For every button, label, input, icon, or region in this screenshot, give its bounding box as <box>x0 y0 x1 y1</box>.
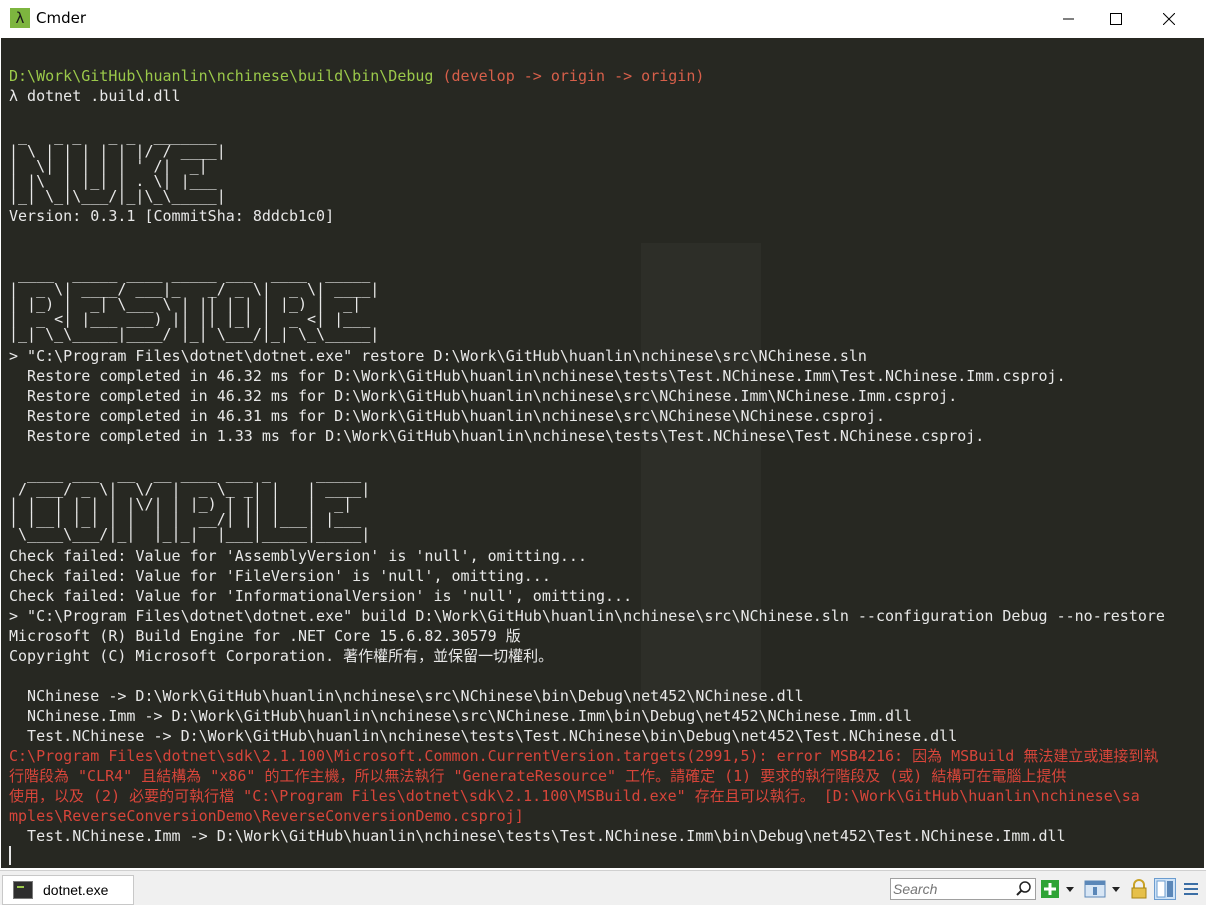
version-line: Version: 0.3.1 [CommitSha: 8ddcb1c0] <box>9 207 335 225</box>
error-line: 使用，以及 (2) 必要的可執行檔 "C:\Program Files\dotn… <box>9 787 1140 805</box>
console-icon <box>13 881 33 899</box>
compile-output-line: Copyright (C) Microsoft Corporation. 著作權… <box>9 647 554 665</box>
maximize-icon <box>1110 13 1122 25</box>
cmder-lambda-icon[interactable]: λ <box>10 8 30 28</box>
window-list-button[interactable] <box>1084 878 1106 900</box>
windows-icon <box>1084 880 1106 898</box>
search-box[interactable] <box>890 878 1036 900</box>
build-output-line: NChinese -> D:\Work\GitHub\huanlin\nchin… <box>9 687 804 705</box>
restore-output-line: Restore completed in 46.32 ms for D:\Wor… <box>9 367 1066 385</box>
window-title: Cmder <box>36 9 87 27</box>
status-bar: dotnet.exe <box>0 870 1206 905</box>
restore-output-line: Restore completed in 1.33 ms for D:\Work… <box>9 427 985 445</box>
lock-icon <box>1131 879 1147 899</box>
restore-banner-line: |_| \_\_____|____/ |_| \___/|_| \_\_____… <box>9 325 380 343</box>
error-line: mples\ReverseConversionDemo\ReverseConve… <box>9 807 524 825</box>
chevron-down-icon <box>1112 887 1120 892</box>
command-line: λ dotnet .build.dll <box>9 87 181 105</box>
menu-icon <box>1184 883 1198 895</box>
split-panel-icon <box>1154 878 1176 900</box>
nuke-banner-line: |_| \_|\___/|_|\_\_____| <box>9 187 226 205</box>
lock-button[interactable] <box>1130 878 1148 900</box>
minimize-icon <box>1063 18 1074 20</box>
build-output-line: Test.NChinese.Imm -> D:\Work\GitHub\huan… <box>9 827 1066 845</box>
chevron-down-icon <box>1066 887 1074 892</box>
terminal-console[interactable]: D:\Work\GitHub\huanlin\nchinese\build\bi… <box>1 38 1204 868</box>
search-input[interactable] <box>893 880 1011 897</box>
compile-output-line: Check failed: Value for 'FileVersion' is… <box>9 567 551 585</box>
new-console-dropdown[interactable] <box>1064 878 1076 900</box>
background-window-ghost <box>641 243 761 713</box>
close-button[interactable] <box>1146 0 1192 38</box>
error-line: 行階段為 "CLR4" 且結構為 "x86" 的工作主機，所以無法執行 "Gen… <box>9 767 1067 785</box>
build-output-line: Test.NChinese -> D:\Work\GitHub\huanlin\… <box>9 727 958 745</box>
title-bar[interactable]: λ Cmder <box>0 0 1206 38</box>
split-view-button[interactable] <box>1154 878 1176 900</box>
window-list-dropdown[interactable] <box>1110 878 1122 900</box>
error-line: C:\Program Files\dotnet\sdk\2.1.100\Micr… <box>9 747 1159 765</box>
compile-output-line: Check failed: Value for 'AssemblyVersion… <box>9 547 587 565</box>
close-icon <box>1163 13 1175 25</box>
restore-output-line: Restore completed in 46.32 ms for D:\Wor… <box>9 387 958 405</box>
compile-banner-line: \____\___/|_| |_|_| |___|_____|_____| <box>9 525 371 543</box>
plus-icon <box>1041 880 1059 898</box>
minimize-button[interactable] <box>1046 0 1092 38</box>
compile-output-line: Check failed: Value for 'InformationalVe… <box>9 587 633 605</box>
compile-output-line: Microsoft (R) Build Engine for .NET Core… <box>9 627 521 645</box>
menu-button[interactable] <box>1182 878 1200 900</box>
restore-output-line: > "C:\Program Files\dotnet\dotnet.exe" r… <box>9 347 867 365</box>
console-tab[interactable]: dotnet.exe <box>2 875 134 905</box>
prompt-line: D:\Work\GitHub\huanlin\nchinese\build\bi… <box>9 66 704 86</box>
maximize-button[interactable] <box>1093 0 1139 38</box>
prompt-git-branch: (develop -> origin -> origin) <box>433 67 705 85</box>
search-icon[interactable] <box>1015 880 1033 898</box>
compile-output-line: > "C:\Program Files\dotnet\dotnet.exe" b… <box>9 607 1165 625</box>
new-console-button[interactable] <box>1040 878 1060 900</box>
console-tab-label: dotnet.exe <box>43 882 109 898</box>
text-cursor <box>9 846 11 865</box>
prompt-path: D:\Work\GitHub\huanlin\nchinese\build\bi… <box>9 67 434 85</box>
build-output-line: NChinese.Imm -> D:\Work\GitHub\huanlin\n… <box>9 707 913 725</box>
restore-output-line: Restore completed in 46.31 ms for D:\Wor… <box>9 407 885 425</box>
